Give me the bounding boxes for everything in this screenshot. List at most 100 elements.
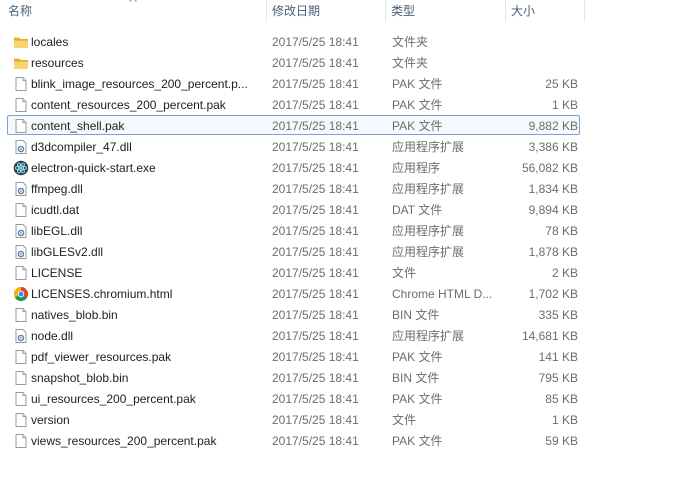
file-modified-date: 2017/5/25 18:41: [272, 266, 359, 280]
file-name: electron-quick-start.exe: [31, 161, 156, 175]
column-header-size[interactable]: 大小: [506, 0, 585, 22]
file-type: 应用程序扩展: [392, 182, 465, 196]
file-modified-date: 2017/5/25 18:41: [272, 35, 359, 49]
file-row[interactable]: views_resources_200_percent.pak 2017/5/25…: [7, 430, 580, 450]
file-row[interactable]: icudtl.dat 2017/5/25 18:41 DAT 文件 9,894 KB: [7, 199, 580, 219]
file-modified-date: 2017/5/25 18:41: [272, 392, 359, 406]
file-row[interactable]: content_resources_200_percent.pak 2017/5/…: [7, 94, 580, 114]
file-size: 3,386 KB: [528, 140, 578, 154]
file-type: PAK 文件: [392, 98, 443, 112]
dll-icon: [13, 328, 29, 344]
file-name: LICENSE: [31, 266, 83, 280]
column-header-date[interactable]: 修改日期: [267, 0, 386, 22]
file-row[interactable]: libGLESv2.dll 2017/5/25 18:41 应用程序扩展 1,878 …: [7, 241, 580, 261]
file-type: PAK 文件: [392, 119, 443, 133]
file-row[interactable]: version 2017/5/25 18:41 文件 1 KB: [7, 409, 580, 429]
file-name: content_resources_200_percent.pak: [31, 98, 226, 112]
file-icon: [13, 433, 29, 449]
file-row[interactable]: libEGL.dll 2017/5/25 18:41 应用程序扩展 78 KB: [7, 220, 580, 240]
file-row[interactable]: locales 2017/5/25 18:41 文件夹: [7, 31, 580, 51]
file-type: 文件: [392, 413, 417, 427]
file-icon: [13, 265, 29, 281]
file-row[interactable]: snapshot_blob.bin 2017/5/25 18:41 BIN 文件 79…: [7, 367, 580, 387]
chrome-icon: [13, 286, 29, 302]
file-size: 9,882 KB: [528, 119, 578, 133]
file-modified-date: 2017/5/25 18:41: [272, 56, 359, 70]
file-name: pdf_viewer_resources.pak: [31, 350, 172, 364]
file-row[interactable]: LICENSE 2017/5/25 18:41 文件 2 KB: [7, 262, 580, 282]
file-type: BIN 文件: [392, 371, 440, 385]
file-name: resources: [31, 56, 84, 70]
file-name: libGLESv2.dll: [31, 245, 104, 259]
file-name: views_resources_200_percent.pak: [31, 434, 217, 448]
file-size: 795 KB: [538, 371, 578, 385]
file-row[interactable]: electron-quick-start.exe 2017/5/25 18:41 应…: [7, 157, 580, 177]
file-name: locales: [31, 35, 69, 49]
file-name: blink_image_resources_200_percent.p...: [31, 77, 248, 91]
file-icon: [13, 412, 29, 428]
file-type: PAK 文件: [392, 77, 443, 91]
file-icon: [13, 349, 29, 365]
file-size: 25 KB: [545, 77, 578, 91]
file-size: 14,681 KB: [521, 329, 578, 343]
file-icon: [13, 307, 29, 323]
file-size: 1,834 KB: [528, 182, 578, 196]
file-name: libEGL.dll: [31, 224, 83, 238]
file-size: 1,878 KB: [528, 245, 578, 259]
file-type: 文件夹: [392, 56, 429, 70]
file-type: 应用程序扩展: [392, 140, 465, 154]
file-size: 9,894 KB: [528, 203, 578, 217]
file-row[interactable]: pdf_viewer_resources.pak 2017/5/25 18:41 P…: [7, 346, 580, 366]
column-header-name[interactable]: 名称: [3, 0, 267, 22]
file-size: 141 KB: [538, 350, 578, 364]
file-size: 85 KB: [545, 392, 578, 406]
file-icon: [13, 97, 29, 113]
file-type: DAT 文件: [392, 203, 443, 217]
file-modified-date: 2017/5/25 18:41: [272, 371, 359, 385]
file-name: natives_blob.bin: [31, 308, 118, 322]
file-size: 78 KB: [545, 224, 578, 238]
file-size: 1 KB: [551, 413, 578, 427]
file-row[interactable]: content_shell.pak 2017/5/25 18:41 PAK 文件 9,…: [7, 115, 580, 135]
file-name: ui_resources_200_percent.pak: [31, 392, 196, 406]
file-row[interactable]: ui_resources_200_percent.pak 2017/5/25 18…: [7, 388, 580, 408]
electron-icon: [13, 160, 29, 176]
file-modified-date: 2017/5/25 18:41: [272, 350, 359, 364]
file-modified-date: 2017/5/25 18:41: [272, 413, 359, 427]
file-row[interactable]: blink_image_resources_200_percent.p... 20…: [7, 73, 580, 93]
file-size: 1,702 KB: [528, 287, 578, 301]
file-icon: [13, 370, 29, 386]
file-type: 应用程序扩展: [392, 329, 465, 343]
file-modified-date: 2017/5/25 18:41: [272, 329, 359, 343]
file-row[interactable]: natives_blob.bin 2017/5/25 18:41 BIN 文件 335…: [7, 304, 580, 324]
file-modified-date: 2017/5/25 18:41: [272, 119, 359, 133]
file-size: 59 KB: [545, 434, 578, 448]
file-name: snapshot_blob.bin: [31, 371, 129, 385]
file-modified-date: 2017/5/25 18:41: [272, 287, 359, 301]
file-icon: [13, 391, 29, 407]
file-row[interactable]: LICENSES.chromium.html 2017/5/25 18:41 Chr…: [7, 283, 580, 303]
file-size: 335 KB: [538, 308, 578, 322]
file-icon: [13, 118, 29, 134]
file-type: 文件夹: [392, 35, 429, 49]
file-row[interactable]: resources 2017/5/25 18:41 文件夹: [7, 52, 580, 72]
file-type: PAK 文件: [392, 350, 443, 364]
file-modified-date: 2017/5/25 18:41: [272, 245, 359, 259]
file-type: Chrome HTML D...: [392, 287, 493, 301]
file-name: node.dll: [31, 329, 74, 343]
folder-icon: [13, 55, 29, 71]
dll-icon: [13, 223, 29, 239]
file-type: 应用程序扩展: [392, 224, 465, 238]
column-header-type[interactable]: 类型: [386, 0, 506, 22]
file-modified-date: 2017/5/25 18:41: [272, 224, 359, 238]
file-modified-date: 2017/5/25 18:41: [272, 161, 359, 175]
sort-ascending-icon: [129, 0, 137, 2]
file-size: 56,082 KB: [521, 161, 578, 175]
file-size: [506, 53, 578, 73]
file-row[interactable]: d3dcompiler_47.dll 2017/5/25 18:41 应用程序扩展 3…: [7, 136, 580, 156]
file-row[interactable]: node.dll 2017/5/25 18:41 应用程序扩展 14,681 KB: [7, 325, 580, 345]
file-type: 应用程序扩展: [392, 245, 465, 259]
file-row[interactable]: ffmpeg.dll 2017/5/25 18:41 应用程序扩展 1,834 KB: [7, 178, 580, 198]
file-size: 1 KB: [551, 98, 578, 112]
file-name: d3dcompiler_47.dll: [31, 140, 132, 154]
